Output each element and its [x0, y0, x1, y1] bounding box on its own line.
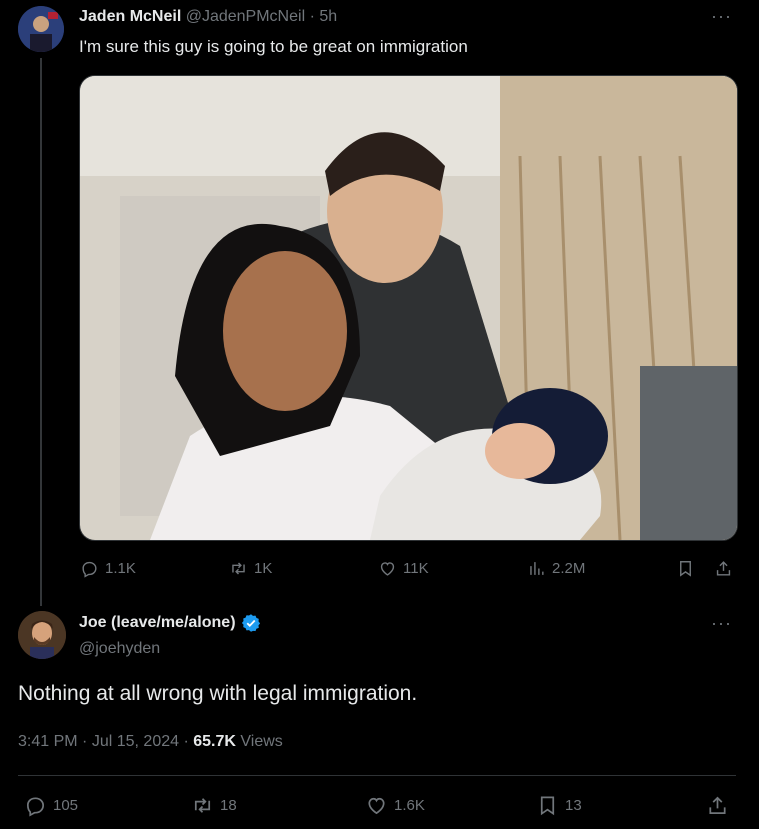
tweet2-like-count: 1.6K	[394, 797, 425, 814]
thread-line	[40, 58, 42, 606]
tweet1-bookmark-button[interactable]	[676, 559, 695, 578]
tweet1-retweet-count: 1K	[254, 560, 273, 577]
tweet1-retweet-button[interactable]: 1K	[229, 559, 272, 578]
avatar-jaden-image	[18, 6, 64, 52]
tweet2-like-button[interactable]: 1.6K	[365, 794, 425, 817]
tweet2-bookmark-button[interactable]: 13	[536, 794, 582, 817]
avatar-jaden[interactable]	[18, 6, 64, 52]
tweet2-bookmark-count: 13	[565, 797, 582, 814]
reply-icon	[24, 794, 47, 817]
tweet1-text: I'm sure this guy is going to be great o…	[79, 37, 468, 56]
analytics-icon	[527, 559, 546, 578]
avatar-joe[interactable]	[18, 611, 66, 659]
bookmark-icon	[536, 794, 559, 817]
verified-badge-icon	[241, 613, 261, 633]
avatar-joe-image	[18, 611, 66, 659]
tweet1-photo-image	[80, 76, 737, 540]
share-icon	[706, 794, 729, 817]
tweet1-photo[interactable]	[79, 75, 738, 541]
tweet2-views-count: 65.7K	[193, 733, 236, 750]
tweet1-handle[interactable]: @JadenPMcNeil	[186, 8, 305, 25]
heart-icon	[365, 794, 388, 817]
tweet2-meta-dot: ·	[183, 733, 189, 750]
retweet-icon	[229, 559, 248, 578]
tweet1-views-button[interactable]: 2.2M	[527, 559, 585, 578]
tweet2-meta: 3:41 PM · Jul 15, 2024 · 65.7K Views	[18, 733, 283, 751]
tweet2-handle[interactable]: @joehyden	[79, 640, 160, 658]
action-divider	[18, 775, 736, 776]
tweet1-like-button[interactable]: 11K	[378, 559, 429, 578]
tweet1-separator: ·	[309, 8, 315, 25]
tweet1-author-name[interactable]: Jaden McNeil	[79, 8, 181, 25]
retweet-icon	[191, 794, 214, 817]
tweet1-reply-count: 1.1K	[105, 560, 136, 577]
reply-icon	[80, 559, 99, 578]
tweet1-views-count: 2.2M	[552, 560, 586, 577]
tweet1-share-button[interactable]	[714, 559, 733, 578]
tweet2-retweet-count: 18	[220, 797, 237, 814]
tweet1-time[interactable]: 5h	[319, 8, 337, 25]
tweet1-header: Jaden McNeil @JadenPMcNeil · 5h	[79, 8, 337, 26]
tweet1-reply-button[interactable]: 1.1K	[80, 559, 136, 578]
tweet1-like-count: 11K	[403, 560, 429, 577]
tweet2-author-name[interactable]: Joe (leave/me/alone)	[79, 614, 236, 632]
tweet2-date[interactable]: Jul 15, 2024	[92, 733, 179, 750]
tweet2-header: Joe (leave/me/alone)	[79, 613, 261, 633]
tweet2-share-button[interactable]	[706, 794, 729, 817]
tweet2-more-button[interactable]: ···	[711, 613, 732, 634]
tweet2-views-label: Views	[240, 733, 283, 750]
tweet2-retweet-button[interactable]: 18	[191, 794, 237, 817]
heart-icon	[378, 559, 397, 578]
tweet2-meta-dot: ·	[82, 733, 88, 750]
tweet2-text: Nothing at all wrong with legal immigrat…	[18, 682, 418, 705]
tweet2-time[interactable]: 3:41 PM	[18, 733, 78, 750]
tweet2-reply-button[interactable]: 105	[24, 794, 78, 817]
share-icon	[714, 559, 733, 578]
bookmark-icon	[676, 559, 695, 578]
tweet2-reply-count: 105	[53, 797, 79, 814]
tweet1-more-button[interactable]: ···	[711, 6, 732, 27]
